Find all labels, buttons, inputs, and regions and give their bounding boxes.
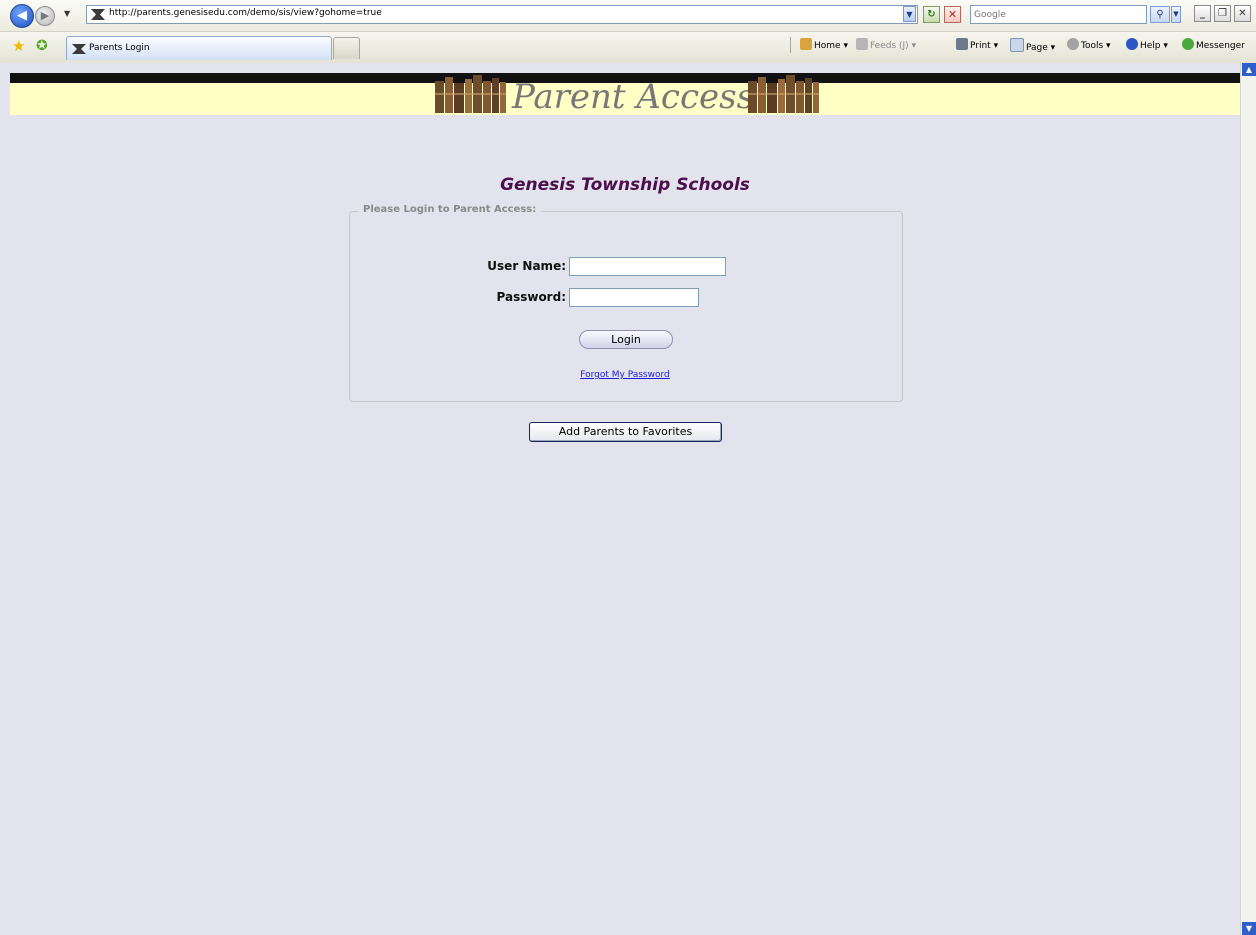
search-options-dropdown[interactable]: ▼ (1171, 6, 1181, 23)
restore-icon: ❐ (1218, 8, 1227, 19)
page-label: Page (1026, 43, 1048, 53)
print-label: Print (970, 41, 991, 51)
new-tab-button[interactable] (333, 37, 360, 59)
minimize-button[interactable]: _ (1194, 5, 1211, 22)
home-button[interactable]: Home ▾ (800, 38, 848, 51)
school-name-heading: Genesis Township Schools (500, 175, 750, 195)
command-bar-separator (790, 37, 791, 53)
url-text[interactable]: http://parents.genesisedu.com/demo/sis/v… (109, 8, 382, 18)
refresh-icon: ↻ (927, 9, 936, 20)
messenger-icon (1182, 38, 1194, 50)
help-icon (1126, 38, 1138, 50)
address-dropdown-button[interactable]: ▼ (903, 6, 916, 22)
tools-label: Tools (1081, 41, 1104, 51)
print-icon (956, 38, 968, 50)
stop-icon: ✕ (947, 8, 958, 21)
close-button[interactable]: ✕ (1234, 5, 1251, 22)
vertical-scrollbar[interactable]: ▲ ▼ (1240, 63, 1256, 935)
add-favorite-icon[interactable]: ✪ (36, 38, 48, 55)
login-button[interactable]: Login (579, 330, 673, 349)
books-logo-left (435, 75, 506, 113)
login-legend: Please Login to Parent Access: (358, 204, 542, 215)
back-button[interactable]: ◀ (10, 4, 34, 28)
password-input[interactable] (569, 288, 699, 307)
feeds-icon (856, 38, 868, 50)
help-button[interactable]: Help ▾ (1126, 38, 1168, 51)
search-input[interactable] (974, 7, 1142, 22)
search-box[interactable] (970, 5, 1147, 24)
browser-chrome: ◀ ▶ ▼ http://parents.genesisedu.com/demo… (0, 0, 1256, 63)
search-button[interactable]: ⚲ (1150, 6, 1170, 23)
minimize-icon: _ (1200, 8, 1205, 19)
home-label: Home (814, 41, 841, 51)
tab-title: Parents Login (89, 43, 150, 53)
tools-button[interactable]: Tools ▾ (1067, 38, 1111, 51)
close-icon: ✕ (1238, 8, 1247, 19)
messenger-button[interactable]: Messenger (1182, 38, 1245, 51)
tab-parents-login[interactable]: Parents Login (66, 36, 332, 60)
back-arrow-icon: ◀ (17, 8, 27, 23)
print-button[interactable]: Print ▾ (956, 38, 998, 51)
tab-favicon-icon (72, 44, 86, 54)
address-toolbar: ◀ ▶ ▼ http://parents.genesisedu.com/demo… (0, 0, 1256, 31)
history-dropdown-icon[interactable]: ▼ (64, 9, 70, 18)
feeds-button[interactable]: Feeds (J) ▾ (856, 38, 916, 51)
tools-gear-icon (1067, 38, 1079, 50)
page-favicon-icon (91, 9, 105, 20)
books-logo-right (748, 75, 819, 113)
scroll-up-icon[interactable]: ▲ (1242, 63, 1256, 76)
username-label: User Name: (487, 259, 566, 273)
restore-button[interactable]: ❐ (1214, 5, 1231, 22)
forward-button[interactable]: ▶ (35, 6, 55, 26)
scroll-down-icon[interactable]: ▼ (1242, 922, 1256, 935)
help-label: Help (1140, 41, 1161, 51)
feeds-label: Feeds (J) (870, 41, 909, 51)
page-content: Parent Access Genesis Township Schools P… (10, 63, 1240, 935)
page-button[interactable]: Page ▾ (1010, 38, 1055, 53)
add-to-favorites-button[interactable]: Add Parents to Favorites (529, 422, 722, 442)
home-icon (800, 38, 812, 50)
search-icon: ⚲ (1156, 9, 1164, 20)
page-icon (1010, 38, 1024, 52)
messenger-label: Messenger (1196, 41, 1245, 51)
banner-title: Parent Access (512, 77, 755, 117)
password-label: Password: (496, 290, 567, 304)
favorites-center-star-icon[interactable]: ★ (12, 38, 25, 55)
forgot-password-link[interactable]: Forgot My Password (10, 370, 1240, 380)
address-bar[interactable]: http://parents.genesisedu.com/demo/sis/v… (86, 5, 918, 24)
stop-button[interactable]: ✕ (944, 6, 961, 23)
username-input[interactable] (569, 257, 726, 276)
refresh-button[interactable]: ↻ (923, 6, 940, 23)
forward-arrow-icon: ▶ (40, 9, 50, 22)
